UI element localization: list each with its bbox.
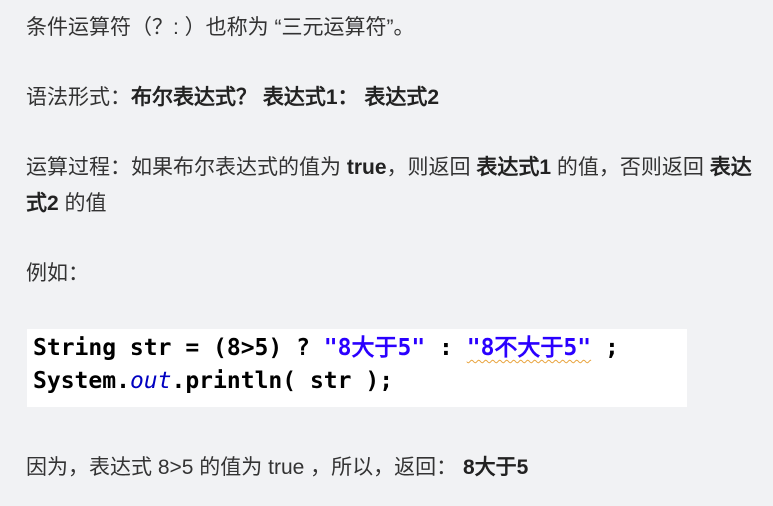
syntax-expr1: 表达式1：	[262, 86, 359, 109]
code-end: ;	[591, 335, 619, 361]
conclusion-result: 8大于5	[463, 456, 529, 479]
example-label: 例如：	[26, 262, 89, 285]
process-text-1: 运算过程：如果布尔表达式的值为	[26, 156, 347, 179]
process-text-3: 的值，否则返回	[551, 156, 710, 179]
code-object: System.	[33, 368, 130, 394]
process-true-word: true	[346, 156, 387, 179]
code-colon: :	[425, 335, 467, 361]
code-line-1: String str = (8>5) ? "8大于5" : "8不大于5" ;	[33, 333, 619, 363]
process-expr1: 表达式1	[476, 156, 552, 179]
syntax-paragraph: 语法形式：布尔表达式？ 表达式1： 表达式2	[26, 80, 763, 116]
code-call: .println( str );	[171, 368, 394, 394]
code-decl: String str = (8>5) ?	[33, 335, 324, 361]
conclusion-paragraph: 因为，表达式 8>5 的值为 true ，所以，返回： 8大于5	[26, 450, 763, 486]
code-block: String str = (8>5) ? "8大于5" : "8不大于5" ; …	[27, 329, 687, 407]
syntax-expr2: 表达式2	[364, 86, 440, 109]
syntax-label: 语法形式：	[26, 86, 131, 109]
process-text-2: ，则返回	[386, 156, 477, 179]
syntax-bool-expr: 布尔表达式？	[131, 86, 257, 109]
code-string-true: "8大于5"	[323, 335, 426, 361]
conclusion-text: 因为，表达式 8>5 的值为 true ，所以，返回：	[26, 456, 458, 479]
code-field: out	[129, 368, 172, 394]
process-paragraph: 运算过程：如果布尔表达式的值为 true，则返回 表达式1 的值，否则返回 表达…	[26, 150, 766, 222]
code-string-false: "8不大于5"	[466, 335, 592, 361]
code-line-2: System.out.println( str );	[33, 366, 393, 396]
intro-paragraph: 条件运算符（？: ）也称为 “三元运算符”。	[26, 16, 415, 39]
process-text-4: 的值	[58, 192, 107, 215]
